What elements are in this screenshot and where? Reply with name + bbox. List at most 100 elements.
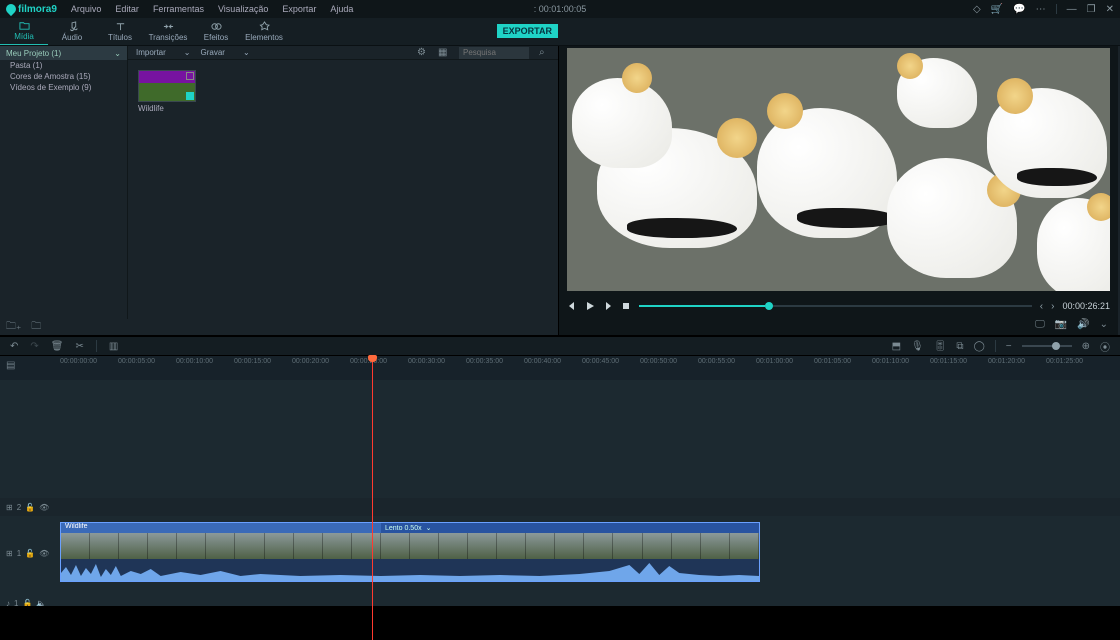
step-back-icon[interactable]	[567, 301, 577, 311]
main-menu: Arquivo Editar Ferramentas Visualização …	[71, 4, 353, 14]
eye-icon[interactable]: 👁	[39, 503, 49, 512]
chevron-down-icon: ⌄	[426, 524, 432, 532]
playhead-line[interactable]	[372, 380, 373, 606]
redo-icon[interactable]: ↷	[30, 341, 38, 352]
filter-icon[interactable]: ⚙	[417, 47, 428, 58]
zoom-fit-icon[interactable]: ⦿	[1100, 339, 1110, 354]
next-frame-icon[interactable]: ›	[1051, 301, 1054, 312]
ruler-tick: 00:00:40:00	[524, 358, 561, 365]
ruler-tick: 00:00:50:00	[640, 358, 677, 365]
ruler-tick: 00:00:35:00	[466, 358, 503, 365]
search-icon[interactable]: ⌕	[539, 47, 550, 58]
zoom-slider[interactable]	[1022, 345, 1072, 347]
settings-icon[interactable]: ⋯	[1036, 4, 1046, 15]
snapshot-icon[interactable]: 📷	[1055, 319, 1067, 335]
folder-item[interactable]: Vídeos de Exemplo (9)	[10, 82, 127, 93]
menu-visualizacao[interactable]: Visualização	[218, 4, 268, 14]
folder-icon[interactable]: 🗀	[31, 319, 41, 336]
menu-ferramentas[interactable]: Ferramentas	[153, 4, 204, 14]
volume-icon[interactable]: 🔊	[1077, 319, 1089, 335]
lock-icon[interactable]: 🔓	[25, 549, 35, 558]
preview-progress[interactable]	[639, 305, 1032, 307]
ruler-tick: 00:00:30:00	[408, 358, 445, 365]
media-thumbnail[interactable]: Wildlife	[138, 70, 196, 113]
timeline-toolbar: ↶ ↷ 🗑 ✂ ▥ ⬒ 🎙 🎚 ⧉ ◯ − ⊕ ⦿	[0, 336, 1120, 356]
step-forward-icon[interactable]	[603, 301, 613, 311]
display-icon[interactable]: 🖵	[1035, 319, 1045, 335]
tool-tabs: Mídia Áudio Títulos Transições Efeitos E…	[0, 18, 1120, 46]
titlebar-timecode: : 00:01:00:05	[534, 4, 587, 14]
prev-frame-icon[interactable]: ‹	[1040, 301, 1043, 312]
marker-icon[interactable]: ⬒	[892, 341, 901, 352]
project-header[interactable]: Meu Projeto (1)⌄	[0, 46, 127, 60]
play-icon[interactable]	[585, 301, 595, 311]
audio-track-icon: ♪	[6, 599, 10, 607]
track-video2-header[interactable]: ⊞ 2 🔓 👁	[0, 498, 55, 516]
ruler-tick: 00:01:00:00	[756, 358, 793, 365]
maximize-icon[interactable]: ❐	[1087, 4, 1096, 15]
view-grid-icon[interactable]: ▦	[438, 47, 449, 58]
tab-midia[interactable]: Mídia	[0, 18, 48, 45]
render-icon[interactable]: ◯	[974, 341, 985, 352]
undo-icon[interactable]: ↶	[10, 341, 18, 352]
user-icon[interactable]: ◇	[973, 4, 981, 15]
chevron-down-icon: ⌄	[243, 48, 250, 57]
eye-icon[interactable]: 👁	[39, 549, 49, 558]
folder-sidebar: Meu Projeto (1)⌄ Pasta (1) Cores de Amos…	[0, 46, 128, 319]
transitions-icon	[163, 21, 174, 32]
timeline-ruler[interactable]: ▤ 00:00:00:00 00:00:05:00 00:00:10:00 00:00…	[0, 356, 1120, 380]
lock-icon[interactable]: 🔓	[22, 599, 32, 607]
menu-exportar[interactable]: Exportar	[282, 4, 316, 14]
close-icon[interactable]: ✕	[1106, 4, 1114, 15]
menu-editar[interactable]: Editar	[115, 4, 139, 14]
media-thumbnail-label: Wildlife	[138, 102, 196, 113]
menu-ajuda[interactable]: Ajuda	[330, 4, 353, 14]
music-icon	[67, 21, 78, 32]
ruler-tick: 00:01:20:00	[988, 358, 1025, 365]
menu-arquivo[interactable]: Arquivo	[71, 4, 102, 14]
track-video1-header[interactable]: ⊞ 1 🔓 👁	[0, 522, 55, 584]
mute-icon[interactable]: 🔈	[36, 599, 46, 607]
export-button[interactable]: EXPORTAR	[497, 24, 558, 38]
edit-tool-icon[interactable]: ▥	[109, 341, 118, 352]
zoom-out-icon[interactable]: −	[1006, 341, 1012, 352]
track-manager-icon[interactable]: ▤	[6, 360, 15, 371]
ruler-tick: 00:01:10:00	[872, 358, 909, 365]
tab-elementos[interactable]: Elementos	[240, 19, 288, 45]
clip-speed-bar[interactable]: Lento 0.50x⌄	[381, 523, 759, 533]
tab-titulos[interactable]: Títulos	[96, 19, 144, 45]
minimize-icon[interactable]: —	[1067, 4, 1077, 15]
ruler-tick: 00:00:05:00	[118, 358, 155, 365]
chevron-down-icon: ⌄	[184, 48, 191, 57]
ruler-tick: 00:00:00:00	[60, 358, 97, 365]
cut-icon[interactable]: ✂	[75, 341, 83, 352]
track-audio1-header[interactable]: ♪ 1 🔓 🔈	[0, 594, 55, 606]
ruler-tick: 00:01:15:00	[930, 358, 967, 365]
mixer-icon[interactable]: 🎚	[934, 341, 947, 352]
cart-icon[interactable]: 🛒	[991, 4, 1003, 15]
import-dropdown[interactable]: Importar⌄	[136, 48, 191, 57]
crop-icon[interactable]: ⧉	[956, 341, 963, 352]
preview-viewport[interactable]	[567, 48, 1110, 291]
folder-item[interactable]: Pasta (1)	[10, 60, 127, 71]
settings-preview-icon[interactable]: ⌄	[1100, 319, 1108, 335]
chevron-down-icon: ⌄	[114, 49, 121, 58]
video-track-icon: ⊞	[6, 503, 13, 512]
preview-panel: ‹ › 00:00:26:21 🖵 📷 🔊 ⌄	[558, 46, 1118, 335]
chat-icon[interactable]: 💬	[1013, 4, 1025, 15]
mic-icon[interactable]: 🎙	[911, 341, 924, 352]
timeline-clip[interactable]: Wildlife Lento 0.50x⌄	[60, 522, 760, 582]
stop-icon[interactable]	[621, 301, 631, 311]
tab-audio[interactable]: Áudio	[48, 19, 96, 45]
folder-icon	[19, 20, 30, 31]
ruler-tick: 00:00:10:00	[176, 358, 213, 365]
folder-item[interactable]: Cores de Amostra (15)	[10, 71, 127, 82]
zoom-in-icon[interactable]: ⊕	[1082, 341, 1090, 352]
tab-efeitos[interactable]: Efeitos	[192, 19, 240, 45]
tab-transicoes[interactable]: Transições	[144, 19, 192, 45]
delete-icon[interactable]: 🗑	[51, 341, 64, 352]
search-input[interactable]	[459, 47, 529, 59]
new-folder-icon[interactable]: 🗀₊	[6, 319, 21, 336]
record-dropdown[interactable]: Gravar⌄	[201, 48, 250, 57]
lock-icon[interactable]: 🔓	[25, 503, 35, 512]
